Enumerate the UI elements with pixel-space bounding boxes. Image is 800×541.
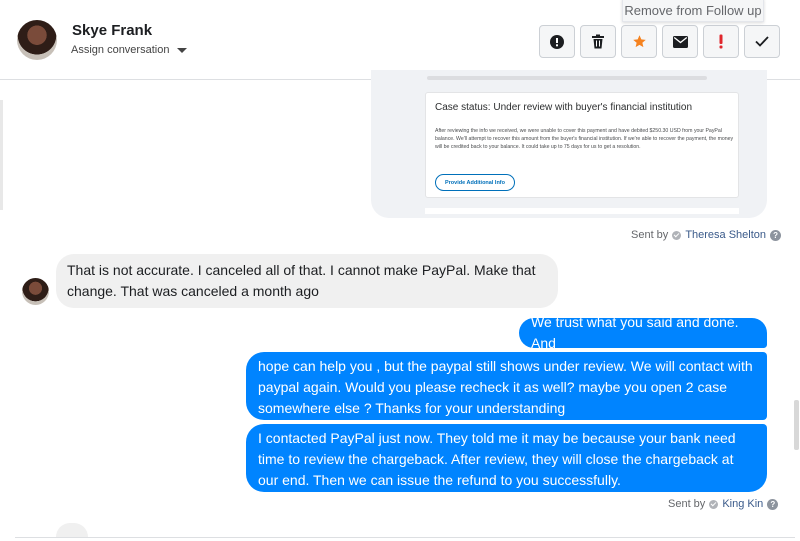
chevron-down-icon bbox=[177, 47, 188, 53]
incoming-message: That is not accurate. I canceled all of … bbox=[56, 254, 558, 308]
star-icon bbox=[632, 35, 646, 48]
left-scrollbar[interactable] bbox=[0, 100, 3, 210]
contact-avatar-small[interactable] bbox=[22, 278, 49, 305]
next-message-peek bbox=[56, 523, 88, 537]
mark-unread-button[interactable] bbox=[662, 25, 698, 58]
mark-important-button[interactable] bbox=[703, 25, 739, 58]
divider bbox=[15, 537, 795, 538]
sent-by-line: Sent by King Kin ? bbox=[668, 498, 779, 510]
verified-check-icon bbox=[672, 230, 682, 240]
agent-name[interactable]: Theresa Shelton bbox=[685, 229, 766, 241]
contact-avatar[interactable] bbox=[17, 20, 57, 60]
envelope-icon bbox=[672, 35, 688, 48]
outgoing-message: hope can help you , but the paypal still… bbox=[246, 352, 767, 420]
follow-up-button[interactable] bbox=[621, 25, 657, 58]
outgoing-message: We trust what you said and done. And bbox=[519, 314, 767, 351]
help-icon[interactable]: ? bbox=[767, 498, 779, 510]
trash-icon bbox=[592, 34, 604, 49]
exclamation-icon bbox=[719, 34, 723, 49]
conversation-toolbar bbox=[539, 25, 780, 58]
follow-up-tooltip: Remove from Follow up bbox=[622, 0, 764, 22]
agent-name[interactable]: King Kin bbox=[722, 498, 763, 510]
assign-conversation-label: Assign conversation bbox=[71, 44, 170, 56]
conversation-scrollbar[interactable] bbox=[794, 400, 799, 450]
image-attachment[interactable]: Case status: Under review with buyer's f… bbox=[371, 70, 767, 218]
sent-by-line: Sent by Theresa Shelton ? bbox=[631, 229, 782, 241]
help-icon[interactable]: ? bbox=[770, 229, 782, 241]
provide-info-button: Provide Additional Info bbox=[435, 174, 515, 191]
mark-spam-button[interactable] bbox=[539, 25, 575, 58]
checkmark-icon bbox=[755, 36, 769, 47]
assign-conversation-dropdown[interactable]: Assign conversation bbox=[71, 44, 188, 56]
case-status-card: Case status: Under review with buyer's f… bbox=[425, 92, 739, 198]
case-status-title: Case status: Under review with buyer's f… bbox=[435, 102, 693, 113]
sent-by-label: Sent by bbox=[668, 498, 706, 510]
contact-name[interactable]: Skye Frank bbox=[72, 22, 152, 39]
mark-done-button[interactable] bbox=[744, 25, 780, 58]
case-status-body: After reviewing the info we received, we… bbox=[435, 128, 734, 150]
attachment-faded-text bbox=[427, 76, 707, 80]
sent-by-label: Sent by bbox=[631, 229, 669, 241]
outgoing-message: I contacted PayPal just now. They told m… bbox=[246, 424, 767, 492]
verified-check-icon bbox=[709, 499, 719, 509]
attachment-card-bottom bbox=[425, 208, 739, 214]
alert-circle-icon bbox=[550, 34, 564, 49]
delete-button[interactable] bbox=[580, 25, 616, 58]
